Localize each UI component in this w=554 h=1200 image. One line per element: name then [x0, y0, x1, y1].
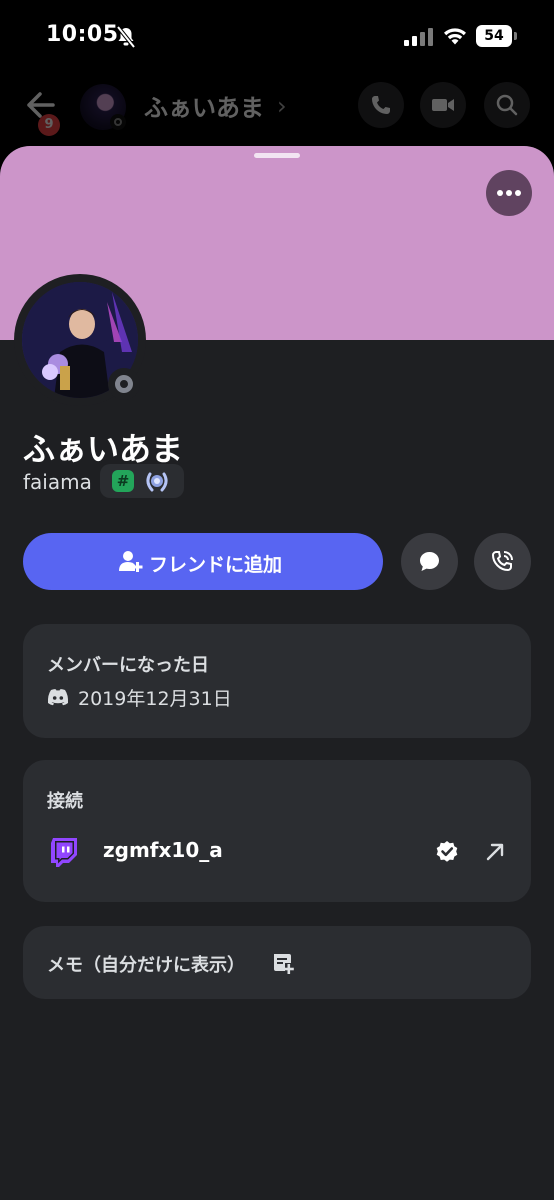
profile-badges: # — [100, 464, 184, 498]
discord-logo-icon — [47, 689, 69, 706]
video-call-button[interactable] — [420, 82, 466, 128]
member-since-date: 2019年12月31日 — [78, 688, 232, 710]
battery-cap — [514, 32, 517, 40]
add-friend-label: フレンドに追加 — [149, 554, 283, 576]
hashtag-badge-icon[interactable]: # — [112, 470, 134, 492]
profile-sheet: ふぁいあま faiama # フレンドに追加 メンバーになった日 2019年12… — [0, 146, 554, 1200]
more-options-button[interactable] — [486, 170, 532, 216]
phone-call-icon — [491, 551, 513, 572]
memo-card[interactable]: メモ（自分だけに表示） — [23, 926, 531, 999]
more-dot — [506, 190, 512, 196]
status-time: 10:05 — [46, 22, 119, 47]
cellular-signal-icon — [404, 28, 433, 46]
member-since-title: メンバーになった日 — [47, 655, 209, 676]
laurel-badge-icon[interactable] — [144, 468, 170, 494]
add-friend-button[interactable]: フレンドに追加 — [23, 533, 383, 590]
header-user-name[interactable]: ふぁいあま — [144, 88, 264, 123]
bell-off-icon — [116, 26, 136, 48]
battery-indicator: 54 — [476, 25, 518, 47]
memo-label: メモ（自分だけに表示） — [47, 955, 245, 976]
wifi-icon — [444, 28, 466, 45]
video-camera-icon — [432, 99, 454, 111]
connections-title: 接続 — [47, 791, 83, 812]
member-since-card: メンバーになった日 2019年12月31日 — [23, 624, 531, 738]
twitch-logo-icon — [51, 838, 77, 867]
verified-check-icon — [436, 841, 458, 862]
more-dot — [515, 190, 521, 196]
offline-status-indicator — [108, 368, 140, 400]
sheet-drag-handle[interactable] — [254, 153, 300, 158]
unread-count-badge: 9 — [38, 114, 60, 136]
connection-account-name[interactable]: zgmfx10_a — [103, 838, 223, 862]
external-link-arrow-icon[interactable] — [485, 842, 505, 862]
connections-card: 接続 zgmfx10_a — [23, 760, 531, 902]
add-user-icon — [119, 551, 143, 572]
search-icon — [496, 94, 518, 116]
call-button[interactable] — [474, 533, 531, 590]
header-status-indicator — [110, 114, 126, 130]
chevron-right-icon: › — [277, 92, 287, 120]
send-message-button[interactable] — [401, 533, 458, 590]
voice-call-button[interactable] — [358, 82, 404, 128]
add-note-icon — [274, 954, 294, 974]
search-button[interactable] — [484, 82, 530, 128]
chat-bubble-icon — [420, 552, 439, 571]
battery-level: 54 — [476, 25, 512, 47]
status-bar: 10:05 54 — [0, 0, 554, 72]
profile-avatar-ring — [14, 274, 146, 406]
more-dot — [497, 190, 503, 196]
chat-header: 9 ふぁいあま › — [0, 78, 554, 138]
phone-icon — [372, 96, 390, 114]
profile-username: faiama — [23, 470, 92, 494]
